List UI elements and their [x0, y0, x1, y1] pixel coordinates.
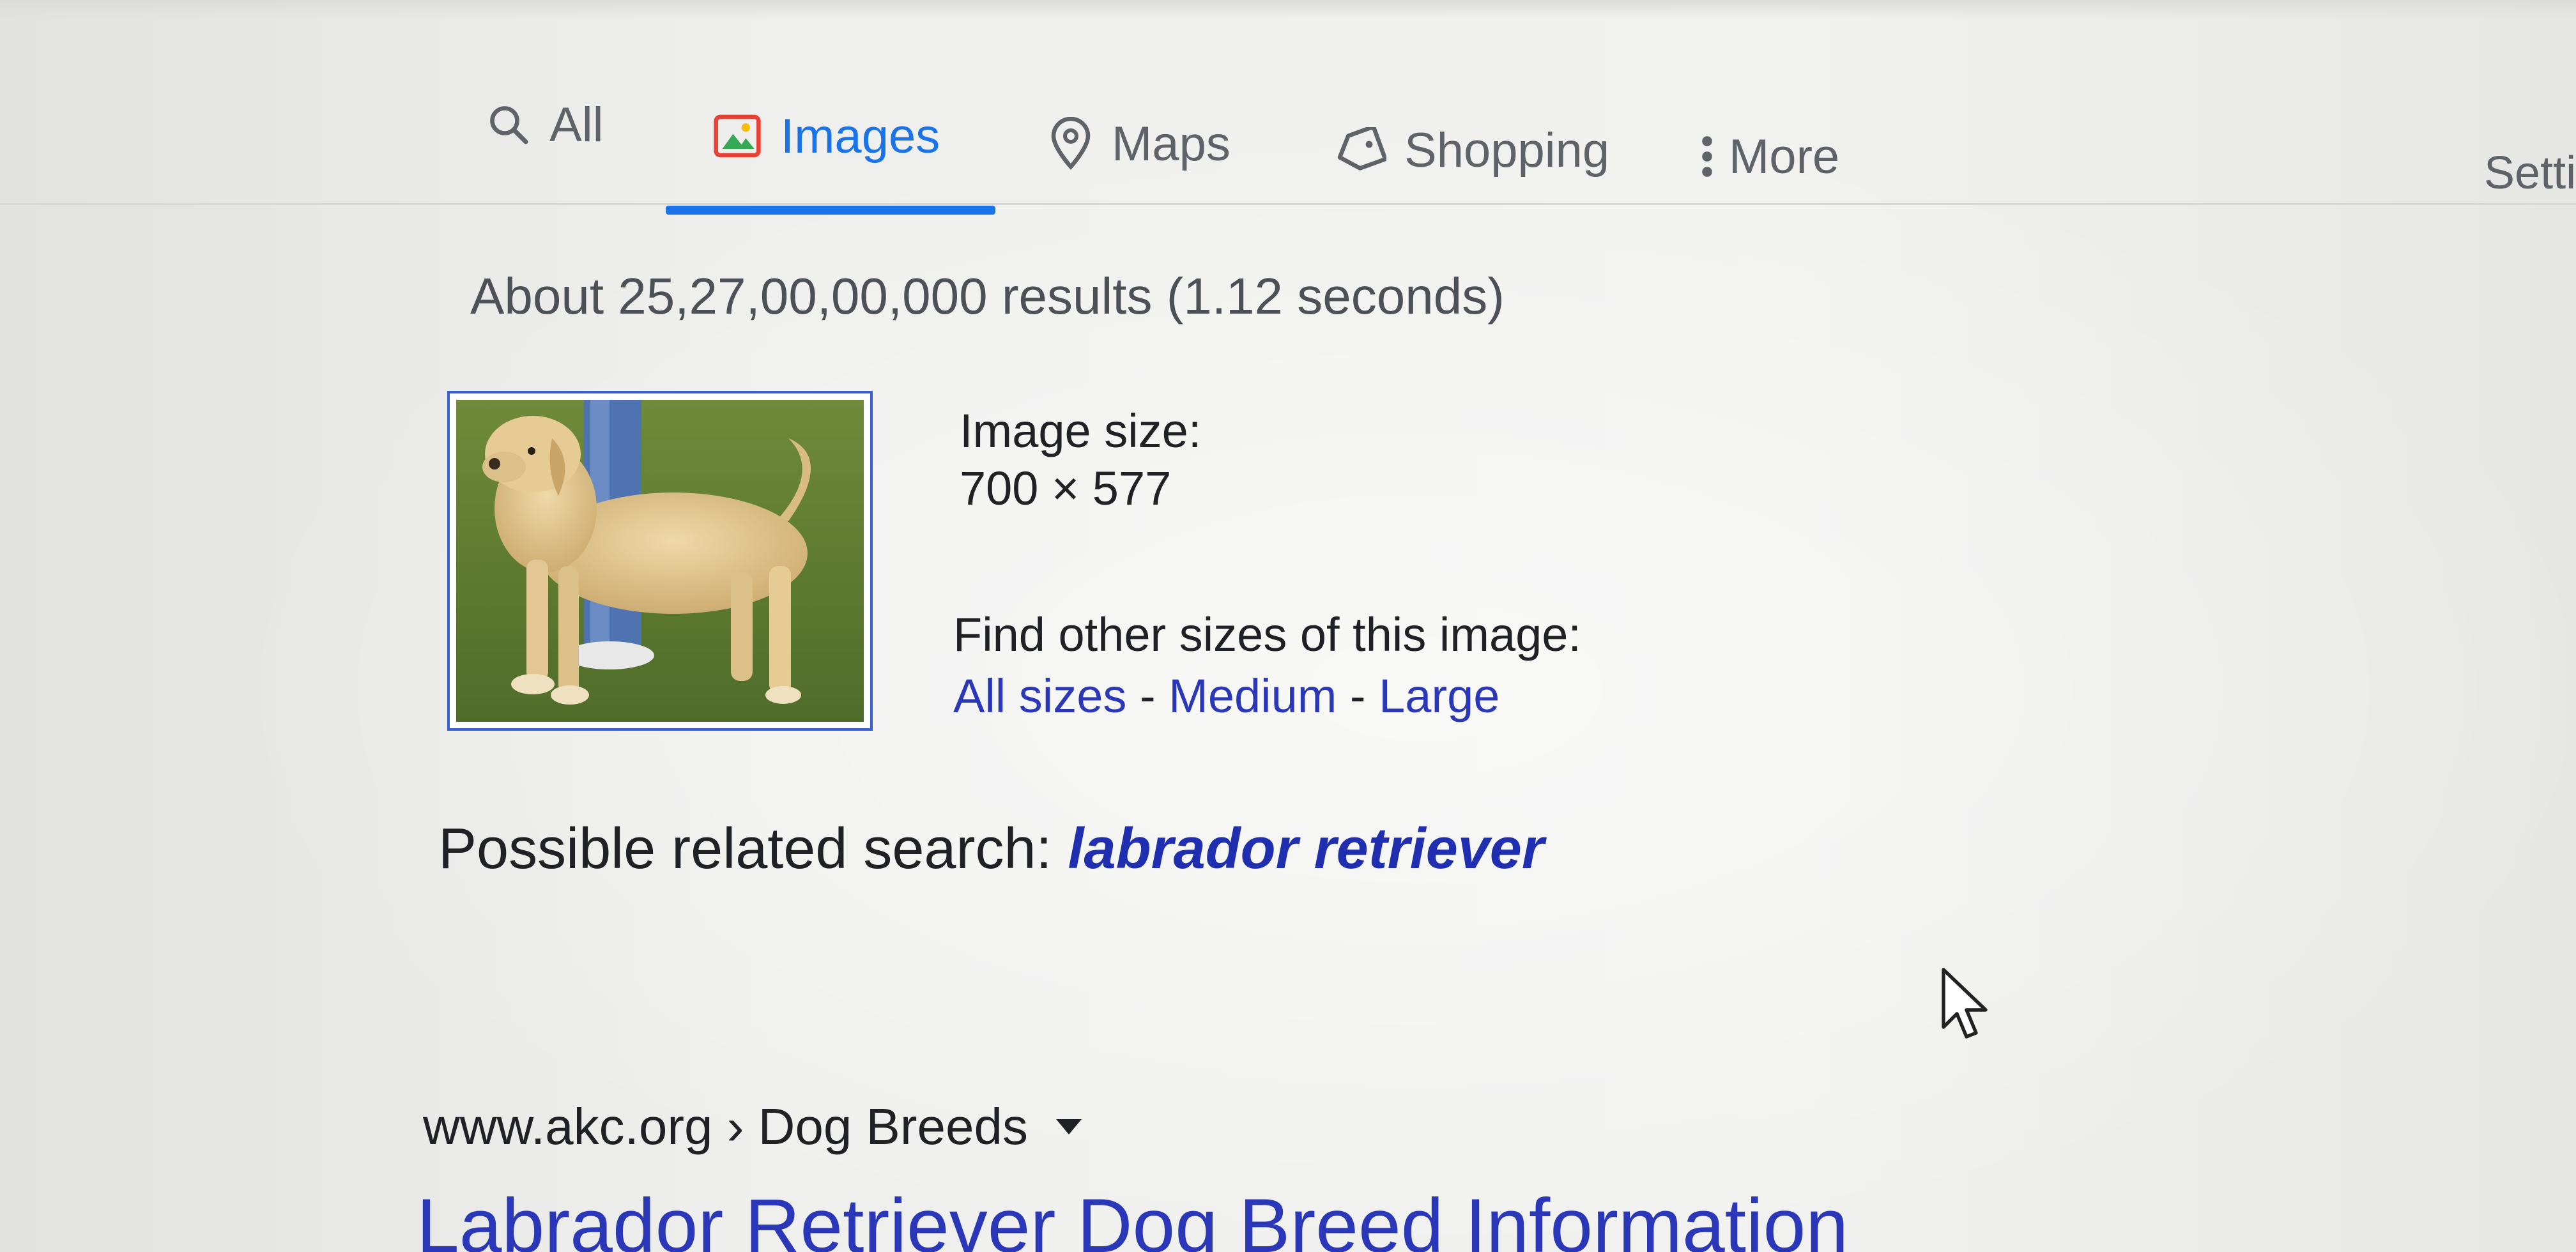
result-breadcrumb-text: www.akc.org › Dog Breeds — [423, 1098, 1029, 1155]
result-breadcrumb[interactable]: www.akc.org › Dog Breeds — [423, 1097, 1082, 1156]
top-strip — [0, 0, 2576, 19]
dog-photo — [456, 400, 864, 722]
related-search-label: Possible related search: — [438, 817, 1052, 881]
size-separator: - — [1337, 669, 1379, 722]
tag-icon — [1333, 127, 1386, 173]
medium-size-link[interactable]: Medium — [1169, 669, 1337, 722]
caret-down-icon[interactable] — [1056, 1118, 1082, 1135]
tab-all-label: All — [549, 97, 604, 152]
tab-all[interactable]: All — [486, 89, 603, 160]
tab-images-label: Images — [781, 109, 940, 164]
search-icon — [486, 102, 532, 148]
image-icon — [712, 111, 763, 162]
image-size-value: 700 × 577 — [960, 462, 1172, 515]
query-image-thumbnail[interactable] — [447, 391, 873, 731]
map-pin-icon — [1048, 117, 1094, 171]
result-title-link[interactable]: Labrador Retriever Dog Breed Information — [417, 1182, 1848, 1252]
tab-more-label: More — [1729, 129, 1840, 184]
more-vertical-icon — [1699, 132, 1715, 181]
result-stats: About 25,27,00,00,000 results (1.12 seco… — [470, 268, 1505, 324]
tab-shopping-label: Shopping — [1404, 123, 1610, 178]
tab-shopping[interactable]: Shopping — [1333, 115, 1609, 185]
active-tab-indicator — [666, 206, 995, 215]
related-search: Possible related search: labrador retrie… — [438, 816, 1544, 882]
tab-images[interactable]: Images — [712, 101, 940, 171]
nav-divider — [0, 203, 2576, 205]
other-sizes-block: Find other sizes of this image: All size… — [953, 604, 1581, 727]
all-sizes-link[interactable]: All sizes — [953, 669, 1126, 722]
tab-maps-label: Maps — [1112, 116, 1230, 171]
tab-more[interactable]: More — [1699, 121, 1839, 192]
image-size-label: Image size: — [960, 404, 1202, 457]
related-search-query-link[interactable]: labrador retriever — [1068, 817, 1544, 881]
other-sizes-label: Find other sizes of this image: — [953, 608, 1581, 661]
tab-maps[interactable]: Maps — [1048, 109, 1230, 179]
large-size-link[interactable]: Large — [1379, 669, 1499, 722]
mouse-cursor-icon — [1940, 966, 1993, 1046]
settings-link[interactable]: Setti — [2484, 147, 2576, 199]
image-size-info: Image size: 700 × 577 — [960, 402, 1201, 517]
size-separator: - — [1126, 669, 1169, 722]
size-links: All sizes - Medium - Large — [953, 666, 1581, 727]
